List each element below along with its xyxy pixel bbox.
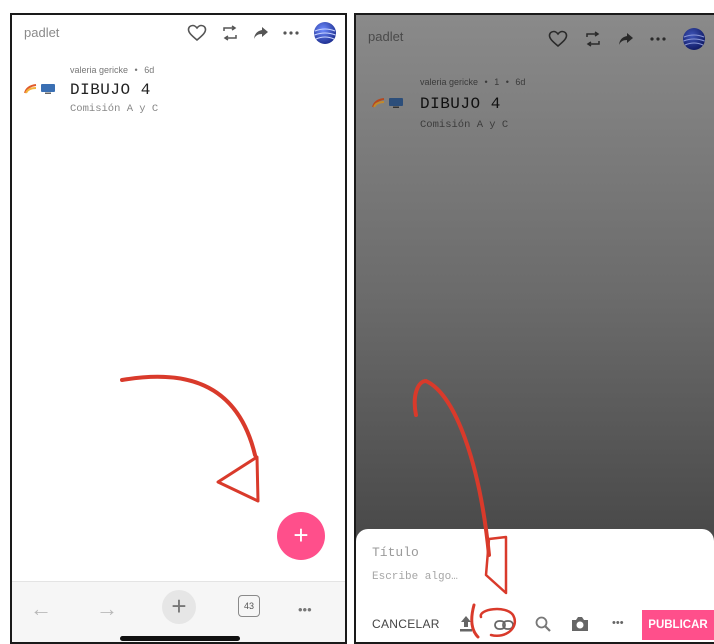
more-icon[interactable] (283, 30, 299, 36)
post-age: 6d (515, 77, 526, 87)
author-name: valeria gericke (70, 65, 129, 75)
share-icon[interactable] (618, 32, 634, 46)
camera-icon[interactable] (570, 615, 590, 638)
forward-button[interactable]: → (96, 596, 118, 622)
home-indicator (120, 636, 240, 641)
more-tools-button[interactable]: ••• (612, 617, 624, 629)
board-title: DIBUJO 4 (70, 81, 151, 99)
author-name: valeria gericke (420, 77, 479, 87)
top-actions (548, 27, 706, 51)
board-subtitle: Comisión A y C (420, 119, 509, 131)
post-count: 1 (494, 77, 500, 87)
post-meta: valeria gericke • 1 • 6d (420, 77, 526, 87)
post-composer: Título Escribe algo… CANCELAR ••• PUBLIC… (356, 529, 714, 642)
remix-icon[interactable] (584, 31, 602, 47)
top-bar: padlet (12, 15, 345, 55)
brand-logo[interactable]: padlet (368, 29, 403, 44)
post-meta: valeria gericke • 6d (70, 65, 155, 75)
browser-nav-bar: ← → + 43 ••• (12, 581, 345, 642)
top-actions (187, 21, 337, 45)
right-screenshot: padlet valeria gericke • 1 • 6d DIBUJO 4… (354, 13, 714, 644)
post-title-input[interactable]: Título (372, 545, 419, 560)
avatar[interactable] (682, 27, 706, 51)
avatar[interactable] (313, 21, 337, 45)
board-subtitle: Comisión A y C (70, 103, 159, 115)
search-icon[interactable] (534, 615, 552, 638)
heart-icon[interactable] (548, 30, 568, 48)
cancel-button[interactable]: CANCELAR (372, 617, 440, 631)
board-title: DIBUJO 4 (420, 95, 501, 113)
publish-button[interactable]: PUBLICAR (642, 610, 714, 640)
share-icon[interactable] (253, 26, 269, 40)
left-screenshot: padlet valeria gericke • 6d DIBUJO 4 Com… (10, 13, 347, 644)
post-age: 6d (144, 65, 155, 75)
remix-icon[interactable] (221, 25, 239, 41)
back-button[interactable]: ← (30, 596, 52, 622)
board-icon (24, 83, 56, 95)
more-icon[interactable] (650, 36, 666, 42)
composer-toolbar: CANCELAR ••• PUBLICAR (356, 607, 714, 642)
link-icon[interactable] (494, 618, 514, 636)
post-body-input[interactable]: Escribe algo… (372, 571, 458, 583)
new-tab-button[interactable]: + (162, 590, 196, 624)
top-bar: padlet (356, 15, 714, 55)
heart-icon[interactable] (187, 24, 207, 42)
tabs-count-button[interactable]: 43 (238, 595, 260, 617)
brand-logo[interactable]: padlet (24, 25, 59, 40)
upload-icon[interactable] (458, 615, 474, 638)
browser-menu-button[interactable]: ••• (298, 602, 312, 617)
add-post-button[interactable]: + (277, 512, 325, 560)
board-icon (372, 97, 404, 109)
